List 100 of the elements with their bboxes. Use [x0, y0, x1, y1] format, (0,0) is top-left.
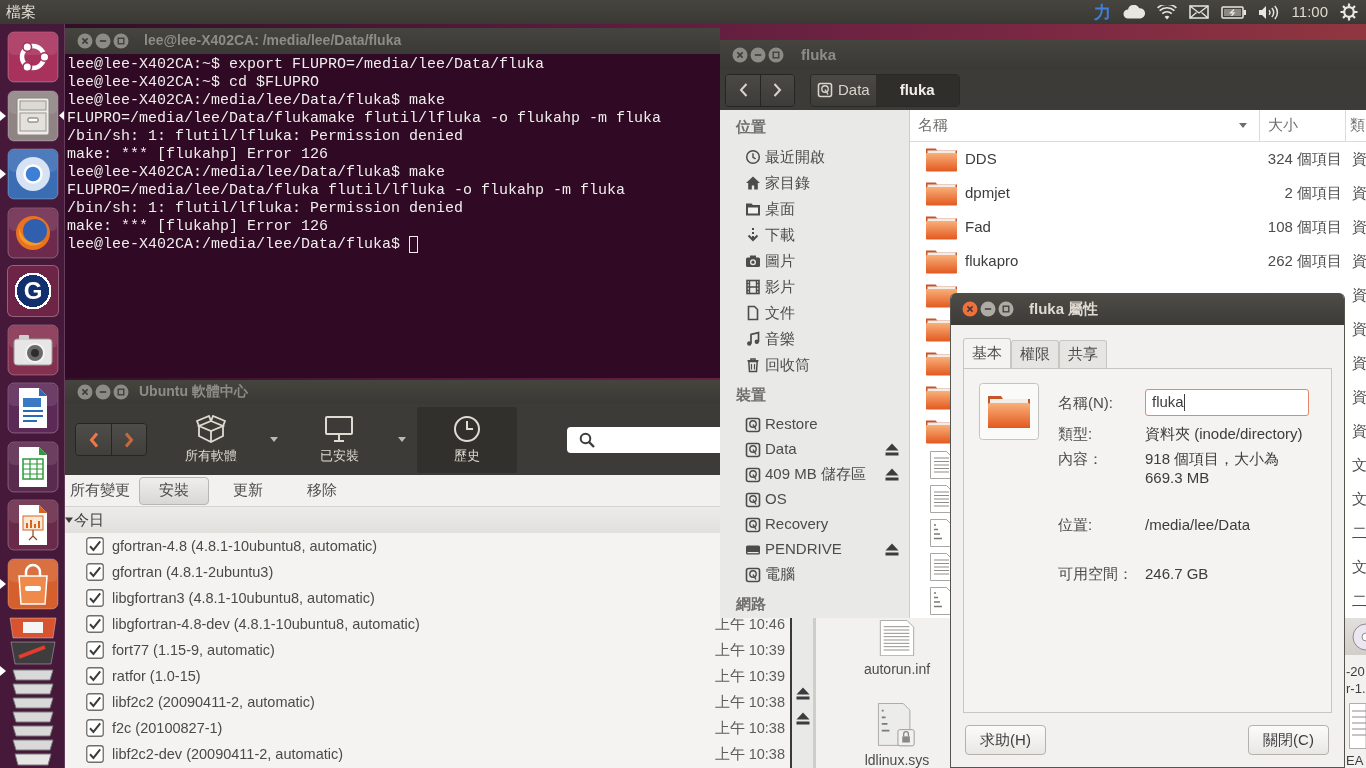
- sidebar-item[interactable]: Restore: [745, 415, 818, 434]
- locked-file-icon[interactable]: [877, 703, 917, 747]
- group-header[interactable]: 今日: [65, 507, 720, 533]
- window-title: Ubuntu 軟體中心: [139, 383, 248, 401]
- search-field[interactable]: [567, 426, 722, 453]
- toolbar-button[interactable]: 歷史: [417, 406, 517, 473]
- shopping-bag-icon[interactable]: [7, 557, 59, 610]
- tab[interactable]: 基本: [963, 338, 1011, 368]
- battery-icon[interactable]: [1220, 5, 1246, 19]
- tab[interactable]: 權限: [1011, 340, 1059, 368]
- eject-icon[interactable]: [885, 468, 899, 481]
- toolbar-button[interactable]: 所有軟體: [176, 406, 246, 473]
- maximize-icon[interactable]: [113, 384, 129, 400]
- sidebar-item[interactable]: 家目錄: [745, 173, 810, 193]
- item-count: 108 個項目: [1267, 217, 1342, 237]
- tab[interactable]: 共享: [1059, 340, 1107, 368]
- checkbox[interactable]: [86, 693, 104, 711]
- folder-icon[interactable]: [979, 383, 1039, 440]
- file-type: 資: [1352, 149, 1366, 167]
- spreadsheet-icon[interactable]: [7, 440, 59, 493]
- sidebar-item[interactable]: 409 MB 儲存區: [745, 465, 866, 484]
- eject-icon[interactable]: [795, 686, 810, 700]
- sidebar-item[interactable]: OS: [745, 490, 787, 509]
- sidebar-item[interactable]: 音樂: [745, 329, 795, 349]
- app-launcher-button[interactable]: G: [7, 265, 59, 317]
- envelope-icon[interactable]: [1188, 5, 1209, 19]
- back-button[interactable]: [726, 74, 760, 106]
- app-menu-title: 檔案: [6, 2, 36, 22]
- item-count: 2 個項目: [1284, 183, 1342, 203]
- filter-tab[interactable]: 更新: [213, 476, 283, 505]
- sidebar-item[interactable]: Data: [745, 440, 797, 459]
- gear-icon[interactable]: [1340, 3, 1358, 21]
- checkbox[interactable]: [86, 537, 104, 555]
- checkbox[interactable]: [86, 641, 104, 659]
- eject-icon[interactable]: [795, 711, 810, 725]
- sidebar-item[interactable]: 下載: [745, 225, 795, 245]
- sidebar-item[interactable]: 電腦: [745, 565, 795, 584]
- terminal-line: lee@lee-X402CA:~$ cd $FLUPRO: [67, 74, 320, 92]
- minimize-icon[interactable]: [980, 301, 996, 317]
- folder-icon: [925, 214, 958, 240]
- checkbox[interactable]: [86, 615, 104, 633]
- caret-icon[interactable]: [270, 437, 278, 442]
- toolbar-button[interactable]: 已安裝: [304, 406, 374, 473]
- maximize-icon[interactable]: [768, 47, 784, 63]
- eject-icon[interactable]: [885, 443, 899, 456]
- close-icon[interactable]: [77, 384, 93, 400]
- expander-icon[interactable]: [65, 516, 73, 524]
- name-field[interactable]: fluka: [1145, 389, 1309, 416]
- filter-tab[interactable]: 所有變更: [65, 476, 135, 505]
- clock-time[interactable]: 11:00: [1291, 2, 1328, 22]
- speaker-icon[interactable]: [1257, 4, 1280, 20]
- maximize-icon[interactable]: [998, 301, 1014, 317]
- minimize-icon[interactable]: [750, 47, 766, 63]
- globe-logo-icon[interactable]: [7, 206, 59, 259]
- close-icon[interactable]: [732, 47, 748, 63]
- eject-icon[interactable]: [885, 543, 899, 556]
- sidebar-item[interactable]: 文件: [745, 303, 795, 323]
- field-label: 位置:: [1058, 516, 1093, 533]
- checkbox[interactable]: [86, 563, 104, 581]
- sidebar-item[interactable]: 圖片: [745, 251, 795, 271]
- path-button[interactable]: fluka: [875, 74, 959, 106]
- filter-tab[interactable]: 安裝: [139, 476, 209, 505]
- dialog-button[interactable]: 關閉(C): [1248, 725, 1329, 755]
- filter-tab[interactable]: 移除: [287, 476, 357, 505]
- folded-apps-icon[interactable]: [7, 616, 59, 766]
- sidebar-item[interactable]: 最近開啟: [745, 147, 825, 167]
- checkbox[interactable]: [86, 719, 104, 737]
- file-cabinet-icon[interactable]: [7, 89, 59, 142]
- sidebar-item[interactable]: 影片: [745, 277, 795, 297]
- close-icon[interactable]: [77, 33, 93, 49]
- minimize-icon[interactable]: [95, 384, 111, 400]
- ring-logo-icon[interactable]: [7, 148, 59, 200]
- wifi-icon[interactable]: [1156, 4, 1177, 20]
- forward-button[interactable]: [111, 424, 146, 455]
- package-name: gfortran (4.8.1-2ubuntu3): [112, 562, 274, 582]
- checkbox[interactable]: [86, 667, 104, 685]
- checkbox[interactable]: [86, 589, 104, 607]
- close-icon[interactable]: [962, 301, 978, 317]
- path-button[interactable]: Data: [811, 74, 876, 106]
- minimize-icon[interactable]: [95, 33, 111, 49]
- maximize-icon[interactable]: [113, 33, 129, 49]
- sidebar-item[interactable]: Recovery: [745, 515, 829, 534]
- sidebar-item[interactable]: 桌面: [745, 199, 795, 219]
- sidebar-item[interactable]: 回收筒: [745, 355, 810, 375]
- cloud-icon[interactable]: [1122, 5, 1145, 19]
- dialog-button[interactable]: 求助(H): [965, 725, 1046, 755]
- sidebar-item[interactable]: PENDRIVE: [745, 540, 842, 559]
- back-button[interactable]: [76, 424, 111, 455]
- document-icon: [745, 305, 761, 321]
- text-document-icon[interactable]: [7, 382, 59, 434]
- file-name: r-1.: [1345, 680, 1366, 697]
- forward-button[interactable]: [760, 74, 794, 106]
- presentation-icon[interactable]: [7, 499, 59, 551]
- checkbox[interactable]: [86, 745, 104, 763]
- file-type: 資: [1352, 285, 1366, 303]
- search-icon: [579, 431, 595, 448]
- file-name: flukapro: [965, 251, 1019, 269]
- camera-icon[interactable]: [7, 323, 59, 376]
- ring-dots-logo-icon[interactable]: [7, 31, 59, 83]
- caret-icon[interactable]: [398, 437, 406, 442]
